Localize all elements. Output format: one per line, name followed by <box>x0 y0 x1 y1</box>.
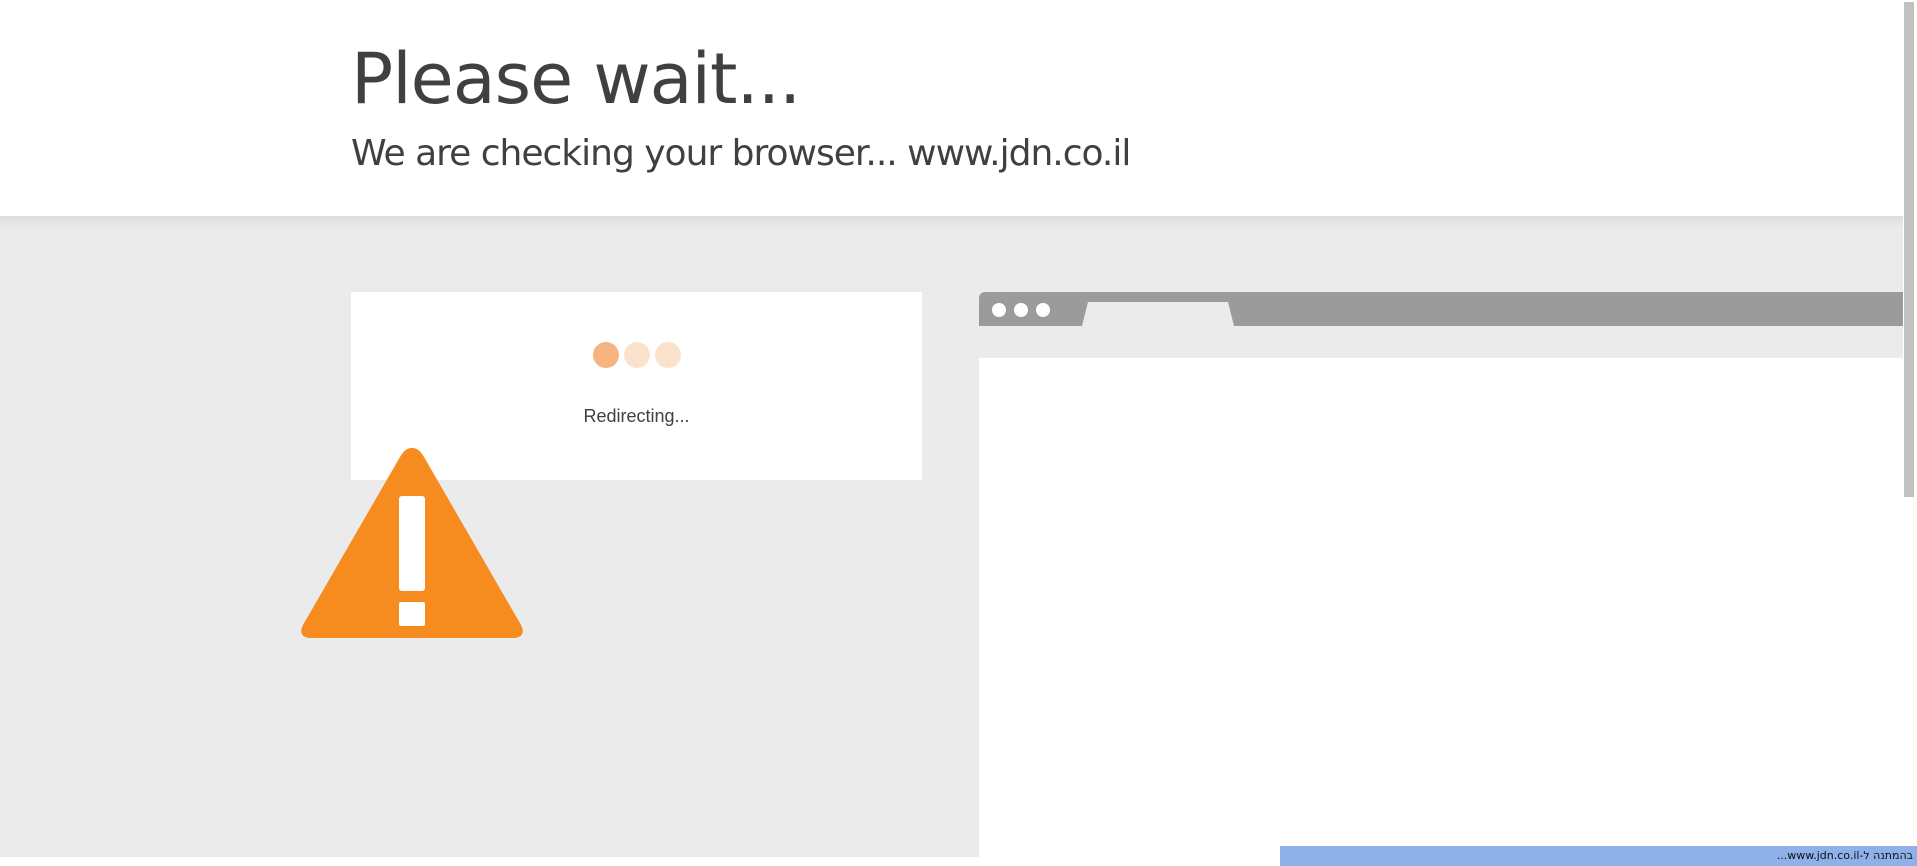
loading-indicator <box>593 342 681 368</box>
scrollbar-thumb[interactable] <box>1904 2 1914 497</box>
status-message: Redirecting... <box>583 406 690 426</box>
browser-tab <box>1082 302 1234 326</box>
browser-titlebar <box>979 292 1903 326</box>
window-dot-icon <box>1014 303 1028 317</box>
loading-dot <box>624 342 650 368</box>
warning-icon <box>301 448 523 638</box>
exclamation-dot <box>399 602 425 626</box>
browser-status-bar: בהמתנה ל-www.jdn.co.il... <box>1280 846 1917 866</box>
page-subtitle: We are checking your browser... www.jdn.… <box>351 133 1131 174</box>
header-divider <box>0 216 1903 228</box>
header: Please wait... We are checking your brow… <box>0 0 1903 216</box>
scrollbar[interactable] <box>1903 0 1917 866</box>
page: Please wait... We are checking your brow… <box>0 0 1917 866</box>
loading-dot <box>655 342 681 368</box>
page-title: Please wait... <box>351 38 801 120</box>
browser-toolbar <box>979 326 1903 358</box>
browser-illustration <box>979 292 1903 866</box>
loading-dot <box>593 342 619 368</box>
bottom-edge <box>0 857 979 866</box>
browser-content <box>979 358 1903 866</box>
window-dot-icon <box>992 303 1006 317</box>
exclamation-bar <box>399 496 425 591</box>
window-dot-icon <box>1036 303 1050 317</box>
